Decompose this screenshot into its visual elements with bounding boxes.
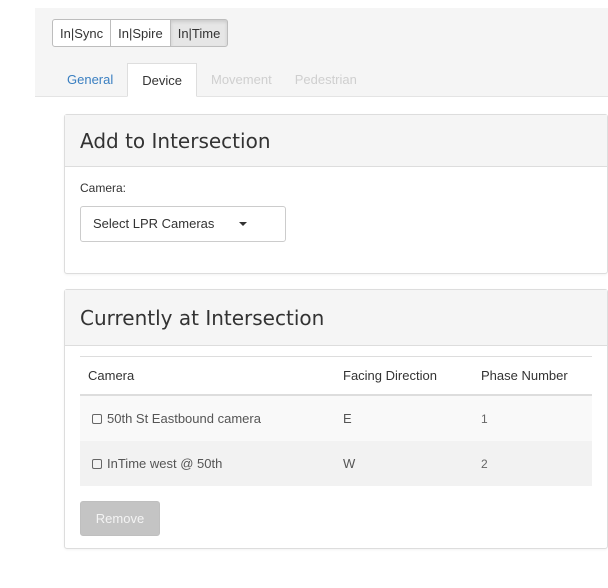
tab-general[interactable]: General	[58, 63, 122, 97]
direction-cell: W	[335, 441, 473, 486]
current-intersection-panel: Currently at Intersection Camera Facing …	[64, 289, 608, 549]
camera-name: 50th St Eastbound camera	[107, 411, 261, 426]
camera-cell: InTime west @ 50th	[80, 441, 335, 486]
direction-cell: E	[335, 395, 473, 441]
column-header-facing-direction: Facing Direction	[335, 356, 473, 396]
add-to-intersection-panel: Add to Intersection Camera: Select LPR C…	[64, 114, 608, 274]
inspire-button[interactable]: In|Spire	[110, 19, 171, 47]
checkbox-icon[interactable]	[92, 414, 102, 424]
remove-button[interactable]: Remove	[80, 501, 160, 536]
camera-label: Camera:	[80, 181, 127, 195]
add-panel-title: Add to Intersection	[65, 115, 607, 167]
phase-cell: 2	[473, 441, 592, 486]
current-panel-title: Currently at Intersection	[65, 290, 607, 346]
camera-table: Camera Facing Direction Phase Number 50t…	[80, 356, 592, 486]
caret-down-icon	[239, 222, 247, 226]
tab-bar: General Device Movement Pedestrian	[58, 63, 371, 97]
table-row: InTime west @ 50th W 2	[80, 441, 592, 486]
intime-button[interactable]: In|Time	[169, 19, 229, 47]
top-bar: In|Sync In|Spire In|Time General Device …	[35, 8, 608, 97]
camera-cell: 50th St Eastbound camera	[80, 395, 335, 441]
phase-cell: 1	[473, 395, 592, 441]
table-row: 50th St Eastbound camera E 1	[80, 395, 592, 441]
camera-select-value: Select LPR Cameras	[93, 216, 215, 231]
column-header-phase-number: Phase Number	[473, 356, 592, 396]
product-switcher: In|Sync In|Spire In|Time	[52, 19, 229, 47]
column-header-camera: Camera	[80, 356, 335, 396]
camera-name: InTime west @ 50th	[107, 456, 223, 471]
insync-button[interactable]: In|Sync	[52, 19, 112, 47]
camera-select[interactable]: Select LPR Cameras	[80, 206, 286, 242]
tab-pedestrian: Pedestrian	[294, 72, 357, 87]
tab-device[interactable]: Device	[127, 63, 197, 97]
tab-movement: Movement	[211, 72, 272, 87]
checkbox-icon[interactable]	[92, 459, 102, 469]
